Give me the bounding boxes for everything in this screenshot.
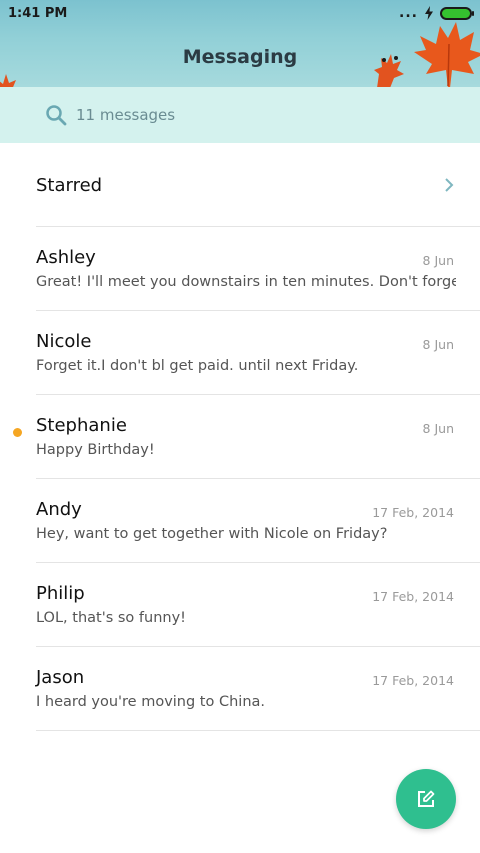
- message-date: 17 Feb, 2014: [372, 589, 454, 604]
- conversation-list: Ashley 8 Jun Great! I'll meet you downst…: [0, 227, 480, 731]
- contact-name: Jason: [36, 667, 85, 688]
- message-snippet: Forget it.I don't bl get paid. until nex…: [36, 358, 359, 374]
- charging-bolt-icon: [425, 6, 433, 20]
- starred-label: Starred: [36, 174, 103, 196]
- message-date: 8 Jun: [422, 337, 454, 352]
- status-icons: ...: [399, 5, 474, 21]
- message-snippet: Great! I'll meet you downstairs in ten m…: [36, 274, 456, 290]
- chevron-right-icon: [445, 178, 454, 192]
- contact-name: Andy: [36, 499, 82, 520]
- compose-icon: [418, 790, 435, 807]
- status-time: 1:41 PM: [8, 5, 68, 21]
- contact-name: Stephanie: [36, 415, 127, 436]
- contact-name: Philip: [36, 583, 85, 604]
- contact-name: Nicole: [36, 331, 92, 352]
- conversation-row-stephanie[interactable]: Stephanie 8 Jun Happy Birthday!: [0, 395, 480, 479]
- message-date: 8 Jun: [422, 253, 454, 268]
- search-bar[interactable]: 11 messages: [0, 87, 480, 143]
- message-snippet: Hey, want to get together with Nicole on…: [36, 526, 388, 542]
- contact-name: Ashley: [36, 247, 96, 268]
- battery-icon: [440, 6, 474, 20]
- starred-item[interactable]: Starred: [0, 143, 480, 227]
- search-placeholder: 11 messages: [76, 106, 176, 124]
- message-snippet: Happy Birthday!: [36, 442, 155, 458]
- conversation-row-andy[interactable]: Andy 17 Feb, 2014 Hey, want to get toget…: [0, 479, 480, 563]
- conversation-row-philip[interactable]: Philip 17 Feb, 2014 LOL, that's so funny…: [0, 563, 480, 647]
- unread-dot-icon: [13, 428, 22, 437]
- message-snippet: LOL, that's so funny!: [36, 610, 186, 626]
- search-icon: [46, 105, 67, 126]
- conversation-row-jason[interactable]: Jason 17 Feb, 2014 I heard you're moving…: [0, 647, 480, 731]
- conversation-row-nicole[interactable]: Nicole 8 Jun Forget it.I don't bl get pa…: [0, 311, 480, 395]
- message-date: 8 Jun: [422, 421, 454, 436]
- signal-dots-icon: ...: [399, 5, 418, 21]
- message-date: 17 Feb, 2014: [372, 673, 454, 688]
- page-title: Messaging: [182, 46, 298, 68]
- divider: [36, 730, 480, 731]
- message-date: 17 Feb, 2014: [372, 505, 454, 520]
- leaf-decoration-icon: [0, 74, 16, 87]
- app-header: 1:41 PM ... Messaging: [0, 0, 480, 87]
- message-snippet: I heard you're moving to China.: [36, 694, 266, 710]
- conversation-row-ashley[interactable]: Ashley 8 Jun Great! I'll meet you downst…: [0, 227, 480, 311]
- compose-button[interactable]: [396, 769, 456, 829]
- status-bar: 1:41 PM ...: [0, 0, 480, 26]
